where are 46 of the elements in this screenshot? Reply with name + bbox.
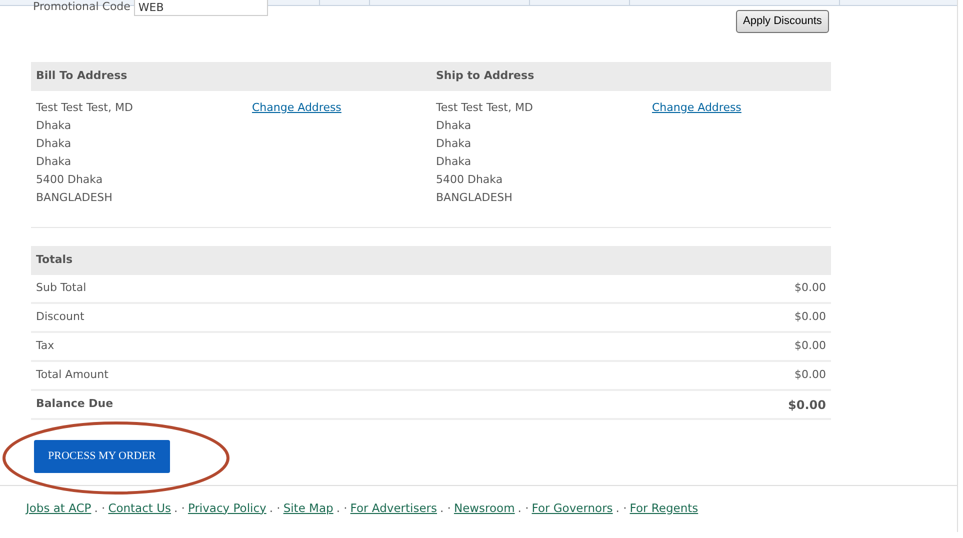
totals-heading: Totals: [36, 252, 73, 268]
link-separator: . ·: [94, 500, 106, 514]
address-line: Test Test Test, MD: [436, 100, 534, 116]
footer-link[interactable]: Privacy Policy: [188, 500, 266, 514]
process-order-button[interactable]: PROCESS MY ORDER: [34, 440, 170, 472]
address-line: BANGLADESH: [36, 190, 114, 206]
address-line: Dhaka: [36, 136, 72, 152]
address-line: Dhaka: [436, 118, 472, 134]
address-line: BANGLADESH: [436, 190, 514, 206]
address-line: Test Test Test, MD: [36, 100, 134, 116]
link-separator: . ·: [336, 500, 348, 514]
address-line: Dhaka: [36, 154, 72, 170]
total-value: $0.00: [794, 338, 826, 354]
ship-to-heading: Ship to Address: [436, 69, 534, 82]
footer-link[interactable]: For Advertisers: [350, 500, 437, 514]
change-address-link[interactable]: Change Address: [652, 101, 742, 114]
promotional-code-field[interactable]: WEB: [134, 0, 268, 16]
total-label: Discount: [36, 309, 84, 326]
total-value: $0.00: [794, 309, 826, 326]
footer-link[interactable]: Site Map: [283, 500, 334, 514]
address-line: 5400 Dhaka: [436, 172, 504, 188]
promotional-code-label: Promotional Code: [33, 0, 130, 15]
bill-to-heading: Bill To Address: [36, 69, 128, 82]
address-line: Dhaka: [436, 154, 472, 170]
total-label: Total Amount: [36, 367, 108, 384]
footer-link[interactable]: Jobs at ACP: [26, 500, 92, 514]
address-line: 5400 Dhaka: [36, 172, 104, 188]
footer-link[interactable]: Newsroom: [454, 500, 515, 514]
link-separator: . ·: [440, 500, 451, 514]
address-line: Dhaka: [436, 136, 472, 152]
apply-discounts-button[interactable]: Apply Discounts: [736, 10, 829, 32]
link-separator: . ·: [174, 500, 185, 514]
total-value: $0.00: [788, 396, 826, 414]
total-label: Balance Due: [36, 396, 114, 412]
link-separator: . ·: [269, 500, 280, 514]
total-label: Sub Total: [36, 280, 86, 296]
footer-link[interactable]: For Regents: [630, 500, 698, 514]
total-label: Tax: [36, 338, 54, 354]
link-separator: . ·: [616, 500, 627, 514]
link-separator: . ·: [518, 500, 529, 514]
total-value: $0.00: [794, 280, 826, 296]
footer-link[interactable]: Contact Us: [108, 500, 171, 514]
change-address-link[interactable]: Change Address: [252, 101, 342, 114]
footer-link[interactable]: For Governors: [532, 500, 613, 514]
address-line: Dhaka: [36, 118, 72, 134]
total-value: $0.00: [794, 367, 826, 384]
